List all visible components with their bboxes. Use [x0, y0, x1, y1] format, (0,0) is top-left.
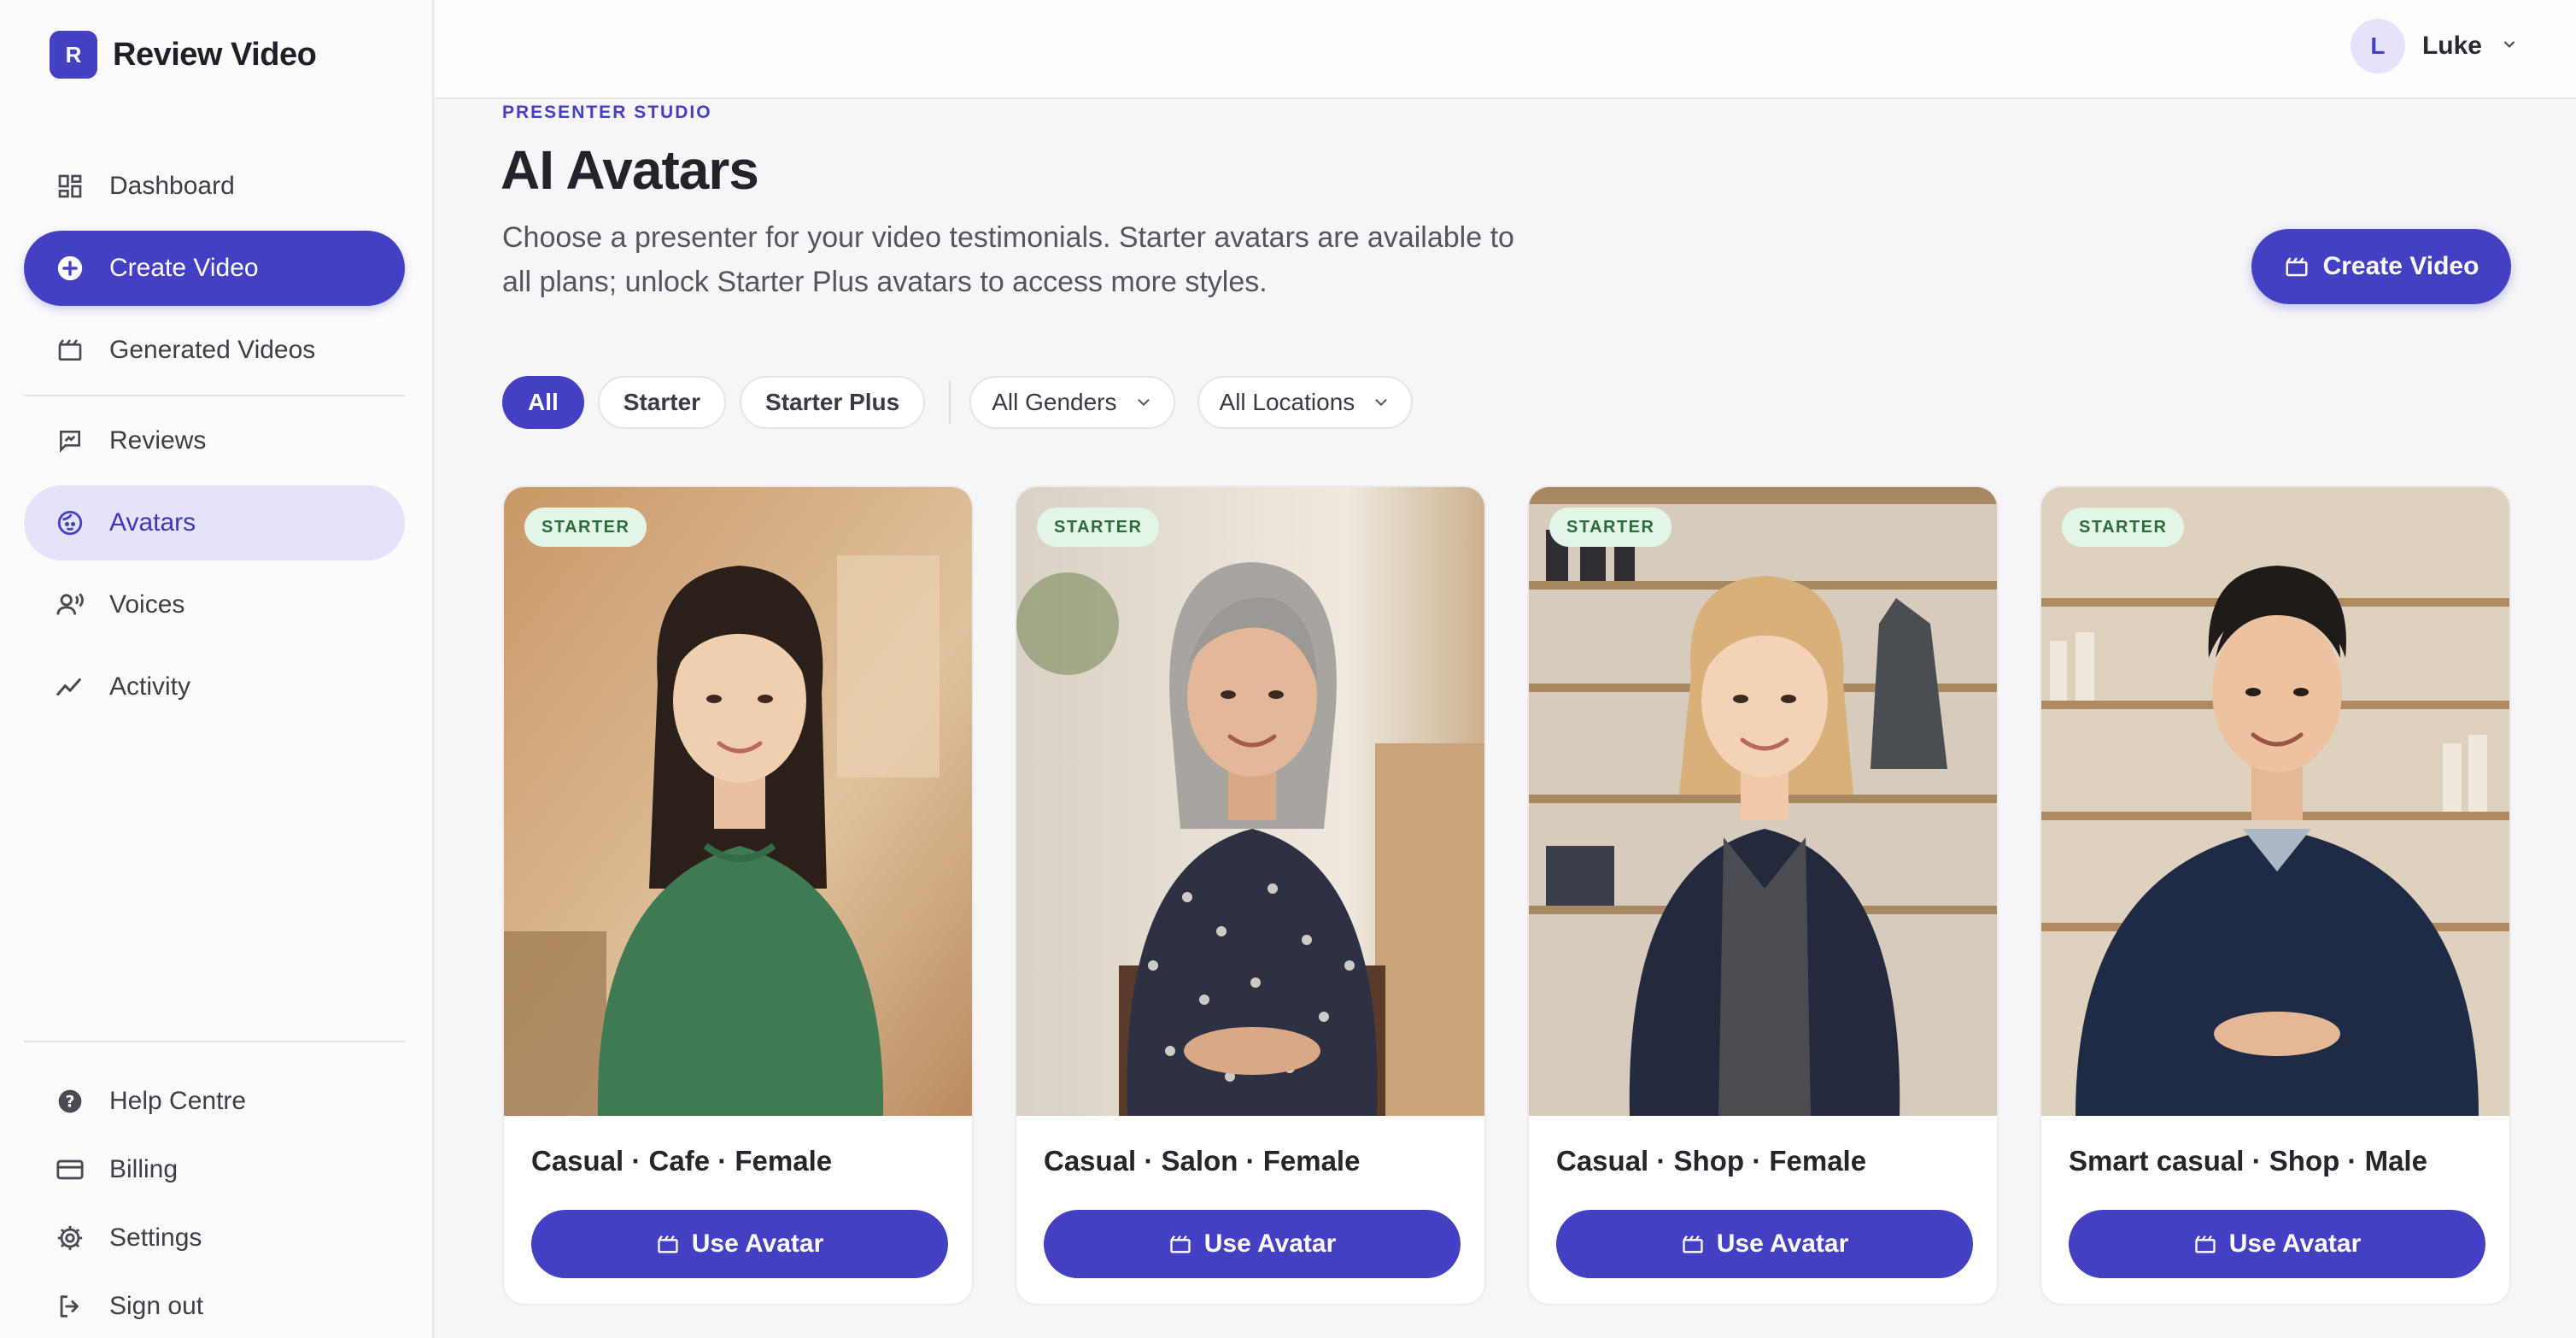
avatar-photo: STARTER: [2041, 487, 2509, 1116]
voice-icon: [53, 588, 87, 622]
chevron-down-icon: [2501, 36, 2518, 57]
location-dropdown[interactable]: All Locations: [1197, 376, 1414, 429]
sidebar-divider: [24, 395, 405, 396]
filter-bar: All Starter Starter Plus All Genders All…: [502, 376, 1435, 429]
avatar-card: STARTER Casual · Shop · Female Use Avata…: [1527, 485, 1999, 1306]
sidebar-item-help-centre[interactable]: ? Help Centre: [24, 1071, 405, 1132]
gear-icon: [53, 1221, 87, 1255]
user-menu[interactable]: L Luke: [2350, 19, 2518, 73]
avatar-icon: [53, 506, 87, 540]
sidebar-item-billing[interactable]: Billing: [24, 1139, 405, 1200]
avatar-photo: STARTER: [1529, 487, 1997, 1116]
sidebar-item-label: Dashboard: [109, 172, 235, 200]
sidebar-item-activity[interactable]: Activity: [24, 649, 405, 725]
use-avatar-label: Use Avatar: [1716, 1229, 1849, 1258]
user-avatar: L: [2350, 19, 2405, 73]
sidebar: R Review Video Dashboard Create Video Ge…: [0, 0, 434, 1338]
avatar-card: STARTER Casual · Cafe · Female Use Avata…: [502, 485, 974, 1306]
page-eyebrow: PRESENTER STUDIO: [502, 103, 712, 122]
filter-chip-starter-plus[interactable]: Starter Plus: [740, 376, 926, 429]
avatar-card: STARTER Smart casual · Shop · Male Use A…: [2040, 485, 2511, 1306]
sidebar-item-dashboard[interactable]: Dashboard: [24, 149, 405, 224]
sidebar-item-avatars[interactable]: Avatars: [24, 485, 405, 560]
chevron-down-icon: [1372, 393, 1390, 412]
avatar-title: Casual · Shop · Female: [1556, 1145, 1867, 1177]
user-name: Luke: [2421, 32, 2482, 60]
page-title: AI Avatars: [501, 139, 759, 201]
brand-logo[interactable]: R Review Video: [50, 31, 317, 79]
tier-badge: STARTER: [524, 508, 647, 547]
use-avatar-label: Use Avatar: [691, 1229, 824, 1258]
svg-text:?: ?: [66, 1094, 75, 1112]
sidebar-item-label: Billing: [109, 1155, 179, 1183]
sidebar-item-generated-videos[interactable]: Generated Videos: [24, 313, 405, 388]
avatar-title: Casual · Cafe · Female: [531, 1145, 833, 1177]
create-video-button[interactable]: Create Video: [2251, 229, 2511, 304]
brand-name: Review Video: [113, 36, 317, 73]
avatar-card: STARTER Casual · Salon · Female Use Avat…: [1015, 485, 1486, 1306]
filter-chip-all[interactable]: All: [502, 376, 584, 429]
use-avatar-label: Use Avatar: [2228, 1229, 2362, 1258]
sidebar-item-label: Reviews: [109, 426, 207, 455]
logo-mark: R: [50, 31, 97, 79]
plus-circle-icon: [53, 251, 87, 285]
avatar-photo: STARTER: [1016, 487, 1484, 1116]
review-icon: [53, 424, 87, 458]
gender-dropdown[interactable]: All Genders: [969, 376, 1175, 429]
avatar-photo: STARTER: [504, 487, 972, 1116]
use-avatar-button[interactable]: Use Avatar: [1556, 1210, 1973, 1278]
clapperboard-icon: [53, 333, 87, 367]
use-avatar-label: Use Avatar: [1203, 1229, 1337, 1258]
dashboard-icon: [53, 169, 87, 203]
clapperboard-icon: [2284, 254, 2310, 279]
help-icon: ?: [53, 1084, 87, 1118]
sidebar-item-label: Create Video: [109, 254, 259, 282]
clapperboard-icon: [1681, 1232, 1705, 1256]
sidebar-item-voices[interactable]: Voices: [24, 567, 405, 643]
page-description: Choose a presenter for your video testim…: [502, 221, 1514, 298]
avatar-title: Smart casual · Shop · Male: [2069, 1145, 2427, 1177]
filter-chip-starter[interactable]: Starter: [597, 376, 727, 429]
sidebar-item-label: Generated Videos: [109, 336, 316, 364]
sidebar-item-label: Sign out: [109, 1292, 204, 1320]
sidebar-item-label: Voices: [109, 590, 185, 619]
tier-badge: STARTER: [2062, 508, 2185, 547]
gender-dropdown-value: All Genders: [992, 389, 1117, 415]
use-avatar-button[interactable]: Use Avatar: [1044, 1210, 1461, 1278]
chevron-down-icon: [1134, 393, 1153, 412]
sidebar-item-create-video[interactable]: Create Video: [24, 231, 405, 306]
sidebar-item-label: Avatars: [109, 508, 196, 537]
avatar-title: Casual · Salon · Female: [1044, 1145, 1361, 1177]
clapperboard-icon: [656, 1232, 680, 1256]
clapperboard-icon: [1168, 1232, 1192, 1256]
sidebar-item-reviews[interactable]: Reviews: [24, 403, 405, 478]
use-avatar-button[interactable]: Use Avatar: [531, 1210, 948, 1278]
create-video-label: Create Video: [2322, 252, 2479, 280]
sidebar-divider: [24, 1041, 405, 1042]
sidebar-item-label: Settings: [109, 1224, 202, 1252]
clapperboard-icon: [2193, 1232, 2217, 1256]
sidebar-item-label: Activity: [109, 672, 191, 701]
credit-card-icon: [53, 1153, 87, 1187]
use-avatar-button[interactable]: Use Avatar: [2069, 1210, 2485, 1278]
location-dropdown-value: All Locations: [1219, 389, 1355, 415]
sidebar-item-label: Help Centre: [109, 1087, 247, 1115]
activity-icon: [53, 670, 87, 704]
filter-separator: [949, 381, 951, 424]
sign-out-icon: [53, 1289, 87, 1323]
tier-badge: STARTER: [1549, 508, 1672, 547]
sidebar-item-settings[interactable]: Settings: [24, 1207, 405, 1269]
sidebar-item-sign-out[interactable]: Sign out: [24, 1276, 405, 1337]
tier-badge: STARTER: [1037, 508, 1160, 547]
topbar: L Luke: [436, 0, 2576, 99]
